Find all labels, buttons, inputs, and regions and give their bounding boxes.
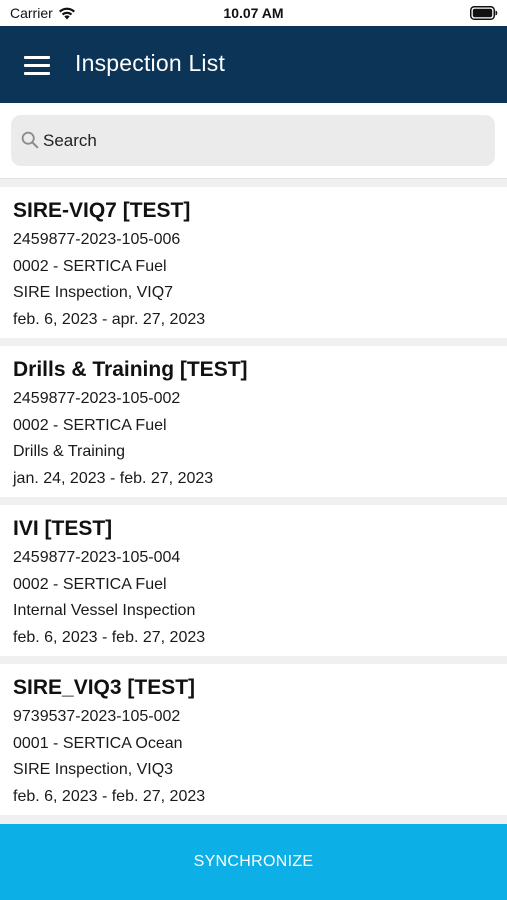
inspection-card[interactable]: Drills & Training [TEST] 2459877-2023-10… bbox=[0, 346, 507, 497]
inspection-vessel: 0002 - SERTICA Fuel bbox=[13, 416, 167, 434]
inspection-title: Drills & Training [TEST] bbox=[13, 358, 248, 381]
synchronize-label: SYNCHRONIZE bbox=[193, 853, 314, 870]
inspection-number: 2459877-2023-105-004 bbox=[13, 549, 181, 566]
inspection-number: 9739537-2023-105-002 bbox=[13, 708, 181, 725]
search-input[interactable] bbox=[43, 115, 483, 166]
inspection-vessel: 0002 - SERTICA Fuel bbox=[13, 257, 167, 275]
menu-line bbox=[24, 55, 50, 59]
page-title: Inspection List bbox=[75, 50, 226, 76]
inspection-card[interactable]: IVI [TEST] 2459877-2023-105-004 0002 - S… bbox=[0, 505, 507, 656]
inspection-dates: feb. 6, 2023 - feb. 27, 2023 bbox=[13, 787, 206, 805]
inspection-type: Drills & Training bbox=[13, 443, 126, 460]
menu-line bbox=[24, 71, 50, 75]
status-time: 10.07 AM bbox=[223, 5, 284, 21]
battery-icon bbox=[470, 6, 498, 20]
menu-line bbox=[24, 63, 50, 67]
inspection-title: IVI [TEST] bbox=[13, 517, 113, 540]
inspection-title: SIRE-VIQ7 [TEST] bbox=[13, 199, 191, 222]
inspection-number: 2459877-2023-105-006 bbox=[13, 231, 181, 248]
inspection-type: SIRE Inspection, VIQ7 bbox=[13, 284, 174, 301]
hamburger-menu-icon[interactable] bbox=[18, 48, 56, 82]
inspection-card[interactable]: SIRE-VIQ7 [TEST] 2459877-2023-105-006 00… bbox=[0, 187, 507, 338]
inspection-number: 2459877-2023-105-002 bbox=[13, 390, 181, 407]
inspection-dates: feb. 6, 2023 - apr. 27, 2023 bbox=[13, 310, 206, 328]
search-bar[interactable] bbox=[11, 115, 495, 166]
status-bar: Carrier 10.07 AM bbox=[0, 0, 507, 26]
inspection-card[interactable]: SIRE_VIQ3 [TEST] 9739537-2023-105-002 00… bbox=[0, 664, 507, 815]
inspection-vessel: 0001 - SERTICA Ocean bbox=[13, 734, 183, 752]
synchronize-button[interactable]: SYNCHRONIZE bbox=[0, 824, 507, 900]
inspection-title: SIRE_VIQ3 [TEST] bbox=[13, 676, 196, 699]
search-icon bbox=[21, 131, 39, 149]
inspection-dates: jan. 24, 2023 - feb. 27, 2023 bbox=[13, 469, 214, 487]
search-section bbox=[0, 103, 507, 179]
inspection-dates: feb. 6, 2023 - feb. 27, 2023 bbox=[13, 628, 206, 646]
inspection-vessel: 0002 - SERTICA Fuel bbox=[13, 575, 167, 593]
inspection-type: SIRE Inspection, VIQ3 bbox=[13, 761, 174, 778]
app-header: Inspection List bbox=[0, 26, 507, 103]
inspection-type: Internal Vessel Inspection bbox=[13, 602, 196, 619]
